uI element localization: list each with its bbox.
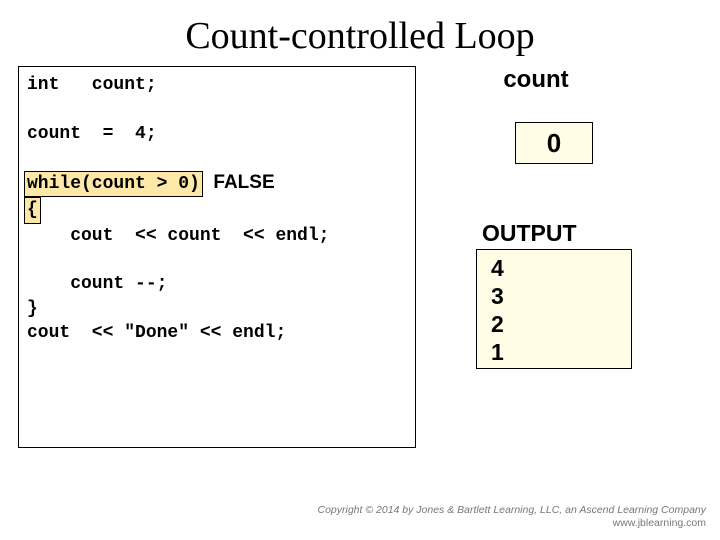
output-box: 4 3 2 1 — [476, 249, 632, 369]
code-line-6: count --; — [27, 272, 407, 296]
copyright-text: Copyright © 2014 by Jones & Bartlett Lea… — [318, 504, 707, 517]
while-condition-highlight: while(count > 0) — [24, 171, 203, 197]
output-line: 2 — [491, 310, 617, 338]
while-row: while(count > 0) FALSE — [27, 170, 407, 197]
content-area: int count; count = 4; while(count > 0) F… — [0, 66, 720, 448]
variable-label: count — [476, 66, 596, 94]
output-line: 3 — [491, 282, 617, 310]
footer-url: www.jblearning.com — [318, 517, 707, 530]
footer: Copyright © 2014 by Jones & Bartlett Lea… — [318, 504, 707, 530]
page-title: Count-controlled Loop — [0, 0, 720, 66]
code-blank-3 — [27, 248, 407, 272]
code-blank — [27, 97, 407, 121]
code-line-1: int count; — [27, 73, 407, 97]
code-line-8: cout << "Done" << endl; — [27, 321, 407, 345]
brace-open-highlight: { — [24, 197, 41, 223]
right-column: count 0 OUTPUT 4 3 2 1 — [416, 66, 632, 448]
output-line: 4 — [491, 254, 617, 282]
variable-value-box: 0 — [515, 122, 593, 164]
code-blank-2 — [27, 146, 407, 170]
false-label: FALSE — [203, 172, 275, 193]
code-line-7: } — [27, 297, 407, 321]
code-line-2: count = 4; — [27, 122, 407, 146]
code-line-5: cout << count << endl; — [27, 224, 407, 248]
output-label: OUTPUT — [482, 220, 632, 247]
code-box: int count; count = 4; while(count > 0) F… — [18, 66, 416, 448]
output-line: 1 — [491, 338, 617, 366]
